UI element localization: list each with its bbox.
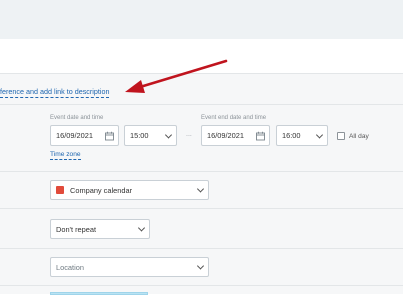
chevron-down-icon — [164, 130, 173, 139]
end-date-input[interactable]: 16/09/2021 — [201, 125, 270, 146]
checkbox-icon[interactable] — [337, 132, 345, 140]
start-time-select[interactable]: 15:00 — [124, 125, 177, 146]
arrow-annotation — [125, 59, 228, 93]
repeat-select-value: Don't repeat — [56, 224, 97, 234]
all-day-label: All day — [349, 132, 369, 140]
event-start-label: Event date and time — [50, 115, 104, 121]
calendar-color-swatch — [56, 186, 64, 194]
end-time-value: 16:00 — [282, 131, 301, 140]
chevron-down-icon — [196, 262, 205, 270]
time-zone-link[interactable]: Time zone — [50, 151, 81, 160]
calendar-select[interactable]: Company calendar — [50, 180, 209, 200]
date-range-separator: ... — [186, 131, 192, 138]
all-day-toggle[interactable]: All day — [337, 132, 369, 140]
chevron-down-icon — [137, 224, 146, 232]
location-select[interactable]: Location — [50, 257, 209, 277]
chevron-down-icon — [315, 130, 324, 139]
end-time-select[interactable]: 16:00 — [276, 125, 328, 146]
calendar-select-value: Company calendar — [70, 185, 133, 195]
chevron-down-icon — [196, 185, 205, 193]
end-date-value: 16/09/2021 — [207, 131, 244, 140]
calendar-icon[interactable] — [256, 131, 265, 140]
location-placeholder: Location — [56, 262, 84, 272]
repeat-select[interactable]: Don't repeat — [50, 219, 150, 239]
start-date-input[interactable]: 16/09/2021 — [50, 125, 119, 146]
start-date-value: 16/09/2021 — [56, 131, 93, 140]
event-end-label: Event end date and time — [201, 115, 267, 121]
calendar-icon[interactable] — [105, 131, 114, 140]
start-time-value: 15:00 — [130, 131, 149, 140]
